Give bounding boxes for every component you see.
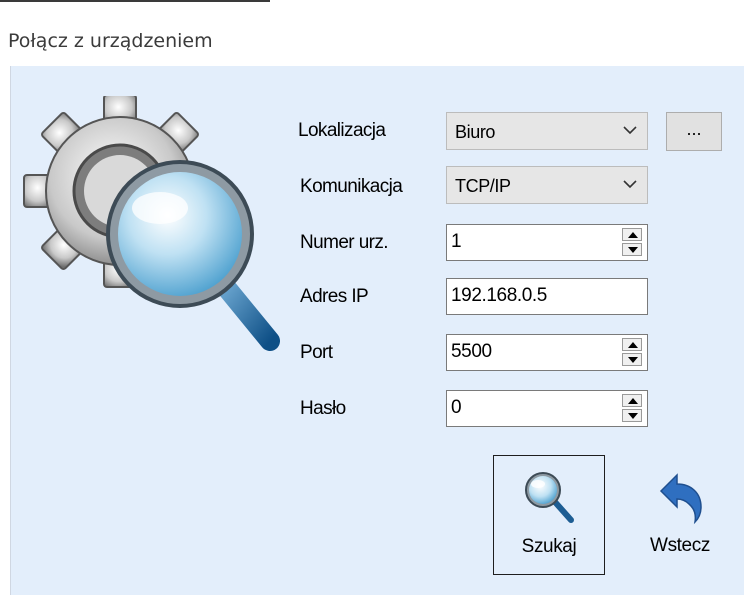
undo-arrow-icon — [659, 473, 702, 525]
stepper-up-button[interactable] — [622, 338, 642, 351]
device-number-spin — [622, 228, 644, 257]
port-label: Port — [300, 342, 333, 363]
communication-dropdown[interactable]: TCP/IP — [446, 166, 648, 204]
stepper-up-button[interactable] — [622, 228, 642, 241]
location-label: Lokalizacja — [298, 120, 386, 141]
arrow-up-icon — [628, 398, 638, 404]
arrow-down-icon — [628, 357, 638, 363]
back-button[interactable]: Wstecz — [624, 455, 736, 575]
arrow-up-icon — [628, 342, 638, 348]
browse-location-button[interactable]: ... — [666, 112, 722, 151]
device-number-label: Numer urz. — [300, 232, 389, 253]
port-spin — [622, 338, 644, 367]
password-label: Hasło — [300, 398, 346, 419]
device-number-stepper[interactable]: 1 — [446, 224, 648, 261]
ip-address-field[interactable]: 192.168.0.5 — [446, 278, 648, 315]
location-value: Biuro — [455, 122, 496, 142]
gear-magnifier-icon — [23, 96, 280, 351]
password-spin — [622, 394, 644, 423]
title-bar: Połącz z urządzeniem — [0, 12, 744, 66]
stepper-up-button[interactable] — [622, 394, 642, 407]
arrow-down-icon — [628, 413, 638, 419]
top-edge-mark — [0, 0, 270, 2]
ip-address-value: 192.168.0.5 — [451, 285, 547, 306]
arrow-up-icon — [628, 232, 638, 238]
magnifier-icon — [525, 472, 574, 523]
device-number-value: 1 — [451, 231, 462, 252]
stepper-down-button[interactable] — [622, 409, 642, 422]
search-button[interactable]: Szukaj — [493, 455, 605, 575]
port-stepper[interactable]: 5500 — [446, 334, 648, 371]
chevron-down-icon — [623, 180, 637, 189]
port-value: 5500 — [451, 341, 492, 362]
chevron-down-icon — [623, 126, 637, 135]
window-title: Połącz z urządzeniem — [8, 30, 213, 52]
password-stepper[interactable]: 0 — [446, 390, 648, 427]
search-button-label: Szukaj — [521, 536, 577, 557]
communication-value: TCP/IP — [455, 176, 511, 196]
location-dropdown[interactable]: Biuro — [446, 112, 648, 150]
stepper-down-button[interactable] — [622, 353, 642, 366]
arrow-down-icon — [628, 247, 638, 253]
password-value: 0 — [451, 397, 462, 418]
stepper-down-button[interactable] — [622, 243, 642, 256]
ip-address-label: Adres IP — [300, 286, 369, 307]
back-button-label: Wstecz — [650, 535, 710, 556]
communication-label: Komunikacja — [300, 176, 403, 197]
